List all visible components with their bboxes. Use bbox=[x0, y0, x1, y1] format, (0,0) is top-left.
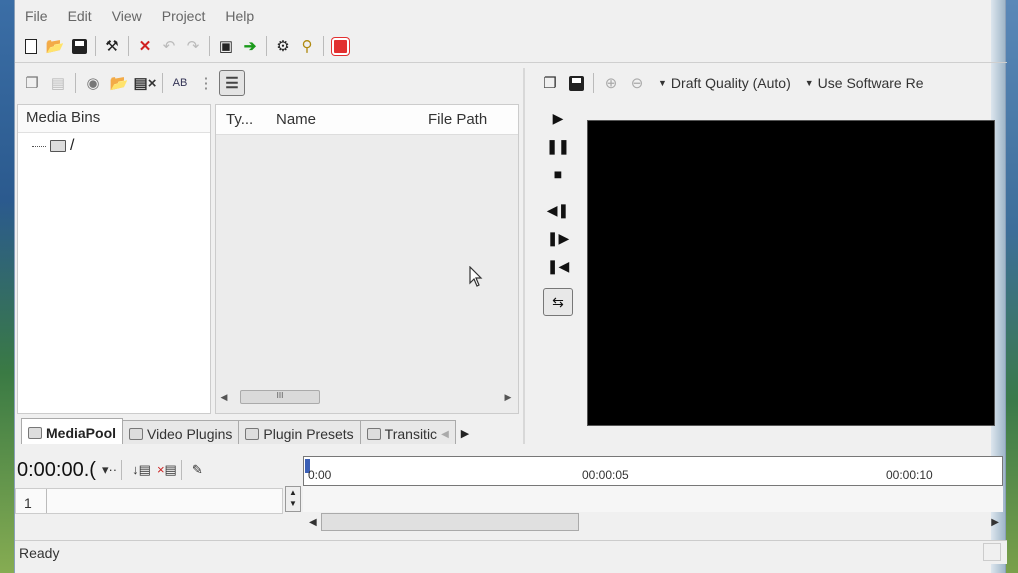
main-toolbar: 📂 ⚒ ✕ ↶ ↷ ▣ ➔ ⚙ ⚲ bbox=[19, 32, 352, 60]
ruler-label: 00:00:05 bbox=[582, 468, 629, 482]
frame-forward-icon[interactable]: ❚▶ bbox=[543, 224, 573, 252]
undo-icon[interactable]: ↶ bbox=[157, 34, 181, 58]
app-window: File Edit View Project Help 📂 ⚒ ✕ ↶ ↷ ▣ … bbox=[14, 0, 1007, 573]
status-bar: Ready bbox=[15, 540, 1007, 564]
scroll-left-icon[interactable]: ◀ bbox=[309, 517, 317, 528]
tab-plugin-presets[interactable]: Plugin Presets bbox=[238, 420, 361, 444]
copy-frame-icon[interactable]: ❐ bbox=[537, 70, 563, 96]
save-icon[interactable] bbox=[67, 34, 91, 58]
record-icon[interactable] bbox=[328, 34, 352, 58]
edit-track-icon[interactable]: ✎ bbox=[192, 462, 203, 478]
menu-file[interactable]: File bbox=[15, 4, 58, 28]
zoom-out-icon[interactable]: ⊖ bbox=[624, 70, 650, 96]
hammer-icon[interactable]: ⚒ bbox=[100, 34, 124, 58]
preview-toolbar: ❐ ⊕ ⊖ ▼ Draft Quality (Auto) ▼ Use Softwar… bbox=[537, 68, 924, 98]
file-list-hscrollbar[interactable]: ◀ III ▶ bbox=[216, 389, 518, 405]
ruler-label: 0:00 bbox=[308, 468, 332, 482]
track-number: 1 bbox=[24, 495, 32, 511]
timeline-controls: 0:00:00.( ▾·· ↓▤ ×▤ ✎ bbox=[15, 454, 203, 486]
scroll-left-icon[interactable]: ◀ bbox=[216, 392, 232, 403]
media-toolbar: ❐ ▤ ◉ 📂 ▤× AB ⋮ ☰ bbox=[19, 68, 245, 98]
file-list-header: Ty... Name File Path bbox=[216, 105, 518, 135]
transport-controls: ▶ ❚❚ ■ ◀❚ ❚▶ ❚◀ ⇆ bbox=[537, 104, 579, 316]
video-preview bbox=[587, 120, 995, 426]
export-icon[interactable]: ▣ bbox=[214, 34, 238, 58]
settings-icon[interactable]: ⚙ bbox=[271, 34, 295, 58]
scroll-right-icon[interactable]: ▶ bbox=[991, 517, 999, 528]
sort-icon[interactable]: AB bbox=[167, 70, 193, 96]
detail-view-icon[interactable]: ☰ bbox=[219, 70, 245, 96]
media-bins-header: Media Bins bbox=[18, 105, 210, 133]
save-frame-icon[interactable] bbox=[563, 70, 589, 96]
tab-scroll-left-icon[interactable]: ◀ bbox=[441, 429, 449, 440]
mouse-cursor-icon bbox=[469, 266, 483, 287]
chevron-down-icon: ▼ bbox=[804, 78, 814, 88]
status-text: Ready bbox=[19, 545, 60, 561]
spin-down-icon[interactable]: ▼ bbox=[286, 498, 300, 509]
scroll-right-icon[interactable]: ▶ bbox=[500, 392, 516, 403]
track-spinner[interactable]: ▲ ▼ bbox=[285, 486, 301, 512]
remove-track-icon[interactable]: ×▤ bbox=[157, 462, 177, 478]
media-bins-panel: Media Bins / bbox=[17, 104, 211, 414]
menu-bar: File Edit View Project Help bbox=[15, 4, 264, 28]
column-name[interactable]: Name bbox=[266, 111, 418, 128]
resize-grip[interactable] bbox=[983, 543, 1001, 561]
remove-media-icon[interactable]: ▤× bbox=[132, 70, 158, 96]
timecode-display[interactable]: 0:00:00.( bbox=[17, 459, 96, 482]
open-folder-icon[interactable]: 📂 bbox=[106, 70, 132, 96]
timeline-track-area[interactable] bbox=[303, 486, 1003, 512]
track-header[interactable]: 1 bbox=[15, 488, 283, 514]
scroll-thumb[interactable]: III bbox=[240, 390, 320, 404]
folder-icon bbox=[50, 140, 66, 152]
root-bin[interactable]: / bbox=[32, 137, 74, 155]
column-file-path[interactable]: File Path bbox=[418, 111, 518, 128]
quality-dropdown[interactable]: ▼ Draft Quality (Auto) bbox=[658, 75, 791, 91]
import-media-icon[interactable]: ◉ bbox=[80, 70, 106, 96]
new-icon[interactable] bbox=[19, 34, 43, 58]
media-tabs: MediaPool Video Plugins Plugin Presets T… bbox=[21, 418, 523, 444]
list-view-icon[interactable]: ⋮ bbox=[193, 70, 219, 96]
menu-view[interactable]: View bbox=[102, 4, 152, 28]
tab-transitions[interactable]: Transitic ◀ bbox=[359, 420, 456, 444]
loop-icon[interactable]: ⇆ bbox=[543, 288, 573, 316]
menu-help[interactable]: Help bbox=[215, 4, 264, 28]
go-to-start-icon[interactable]: ❚◀ bbox=[543, 252, 573, 280]
pane-splitter[interactable] bbox=[523, 68, 525, 444]
timeline-hscrollbar[interactable]: ◀ ▶ bbox=[307, 512, 1001, 532]
root-bin-label: / bbox=[70, 137, 75, 154]
media-file-list: Ty... Name File Path ◀ III ▶ bbox=[215, 104, 519, 414]
transition-icon bbox=[366, 428, 381, 440]
go-icon[interactable]: ➔ bbox=[238, 34, 262, 58]
plugin-icon bbox=[129, 428, 144, 440]
mediapool-icon bbox=[28, 427, 42, 439]
menu-project[interactable]: Project bbox=[152, 4, 216, 28]
tab-mediapool[interactable]: MediaPool bbox=[21, 418, 124, 444]
info-icon[interactable]: ⚲ bbox=[295, 34, 319, 58]
tab-video-plugins[interactable]: Video Plugins bbox=[122, 420, 240, 444]
open-icon[interactable]: 📂 bbox=[43, 34, 67, 58]
play-icon[interactable]: ▶ bbox=[543, 104, 573, 132]
menu-edit[interactable]: Edit bbox=[58, 4, 102, 28]
frame-back-icon[interactable]: ◀❚ bbox=[543, 196, 573, 224]
add-track-icon[interactable]: ↓▤ bbox=[132, 462, 151, 478]
timeline-ruler[interactable]: 0:00 00:00:05 00:00:10 bbox=[303, 456, 1003, 486]
zoom-in-icon[interactable]: ⊕ bbox=[598, 70, 624, 96]
pause-icon[interactable]: ❚❚ bbox=[543, 132, 573, 160]
redo-icon[interactable]: ↷ bbox=[181, 34, 205, 58]
stop-icon[interactable]: ■ bbox=[543, 160, 573, 188]
ruler-label: 00:00:10 bbox=[886, 468, 933, 482]
spin-up-icon[interactable]: ▲ bbox=[286, 487, 300, 498]
timecode-dropdown-icon[interactable]: ▾·· bbox=[102, 462, 117, 478]
chevron-down-icon: ▼ bbox=[658, 78, 667, 88]
timeline-scroll-thumb[interactable] bbox=[321, 513, 579, 531]
bin-up-icon[interactable]: ▤ bbox=[45, 70, 71, 96]
preset-icon bbox=[245, 428, 260, 440]
new-bin-icon[interactable]: ❐ bbox=[19, 70, 45, 96]
delete-icon[interactable]: ✕ bbox=[133, 34, 157, 58]
renderer-dropdown[interactable]: ▼ Use Software Re bbox=[805, 75, 924, 91]
desktop-background-left bbox=[0, 0, 14, 573]
column-type[interactable]: Ty... bbox=[216, 111, 266, 128]
tab-scroll-right-icon[interactable]: ▶ bbox=[455, 427, 473, 444]
toolbar-divider bbox=[15, 62, 1007, 63]
